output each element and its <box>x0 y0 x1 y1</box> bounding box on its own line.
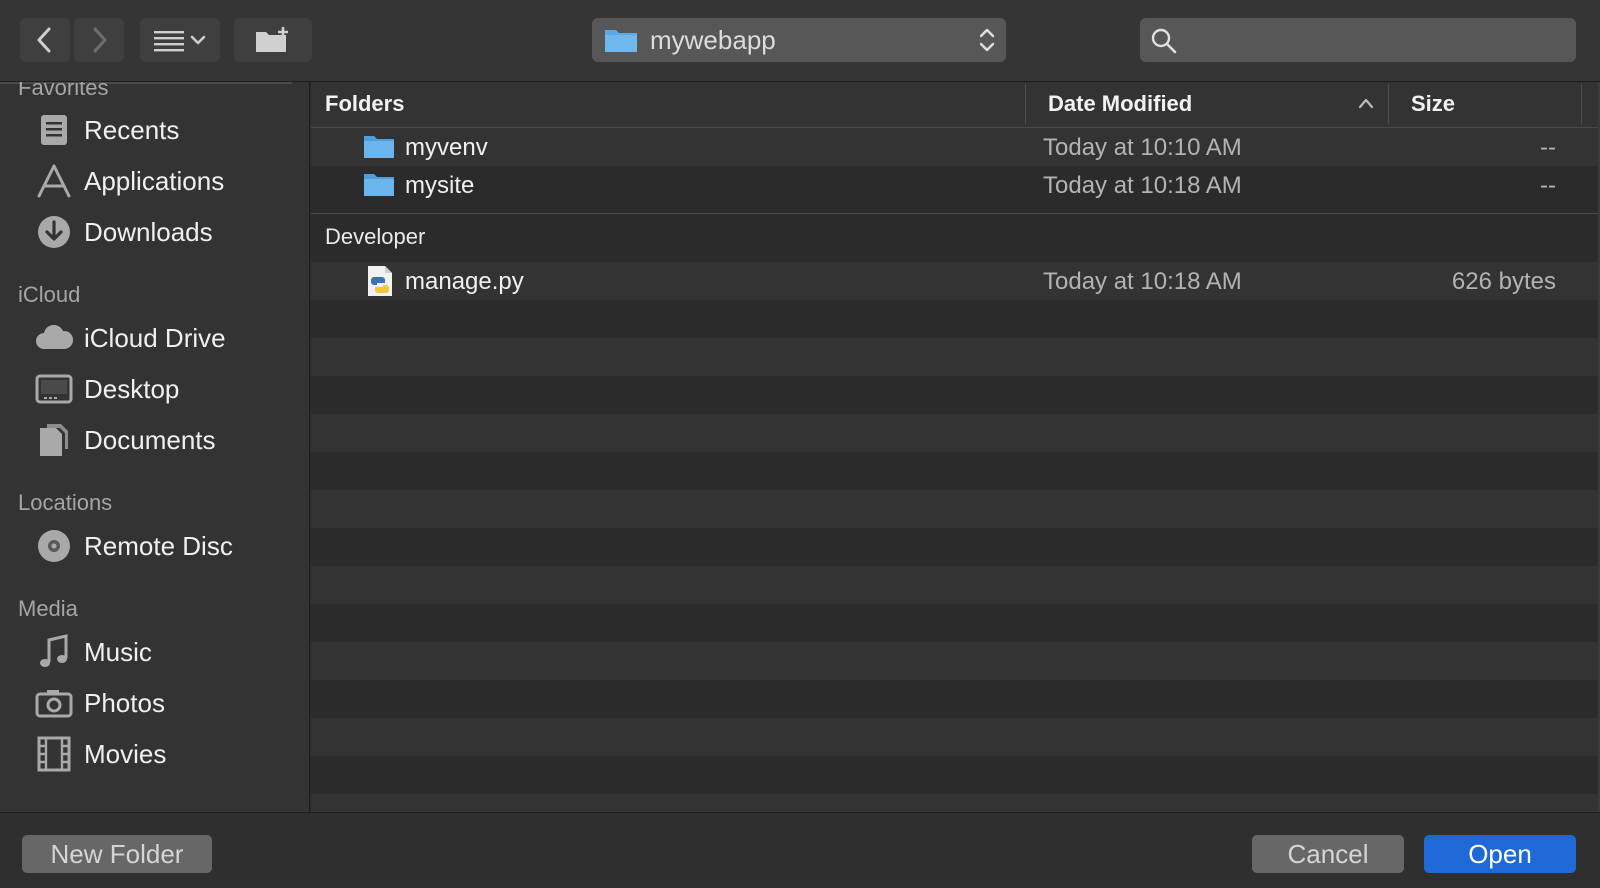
path-popup[interactable]: mywebapp <box>592 18 1006 62</box>
sidebar-item-music[interactable]: Music <box>34 630 152 674</box>
row-stripe <box>311 718 1598 756</box>
open-button[interactable]: Open <box>1424 835 1576 873</box>
recents-icon <box>34 110 74 150</box>
sidebar-item-label: Photos <box>84 687 165 718</box>
cancel-button[interactable]: Cancel <box>1252 835 1404 873</box>
desktop-icon <box>34 369 74 409</box>
forward-button[interactable] <box>74 18 124 62</box>
sidebar-item-icloud-drive[interactable]: iCloud Drive <box>34 316 226 360</box>
music-icon <box>34 632 74 672</box>
folder-icon <box>605 30 637 52</box>
sidebar-item-documents[interactable]: Documents <box>34 418 216 462</box>
film-icon <box>34 734 74 774</box>
row-stripe <box>311 642 1598 680</box>
group-divider <box>311 213 1598 214</box>
file-name: myvenv <box>405 134 488 161</box>
sidebar-item-label: Desktop <box>84 373 180 404</box>
file-list[interactable]: Folders Date Modified Size myvenv Today … <box>311 82 1598 812</box>
row-stripe <box>311 376 1598 414</box>
list-view-icon <box>154 31 206 52</box>
section-favorites-heading: Favorites <box>18 82 109 100</box>
sidebar-item-movies[interactable]: Movies <box>34 732 166 776</box>
column-date-header[interactable]: Date Modified <box>1048 91 1192 117</box>
downloads-icon <box>34 212 74 252</box>
documents-icon <box>34 420 74 460</box>
sort-ascending-icon[interactable] <box>1357 96 1375 110</box>
sidebar-item-label: Movies <box>84 738 167 769</box>
section-media-heading: Media <box>18 596 78 621</box>
sidebar-item-label: Documents <box>84 424 216 455</box>
list-item[interactable]: mysite Today at 10:18 AM -- <box>311 166 1598 204</box>
sidebar-item-label: Remote Disc <box>84 530 233 561</box>
row-stripe <box>311 338 1598 376</box>
disc-icon <box>34 526 74 566</box>
group-heading-developer: Developer <box>325 224 426 249</box>
column-separator <box>1388 84 1389 124</box>
sidebar-item-remote-disc[interactable]: Remote Disc <box>34 524 233 568</box>
sidebar-item-desktop[interactable]: Desktop <box>34 367 179 411</box>
row-stripe <box>311 300 1598 338</box>
file-size: 626 bytes <box>1451 268 1556 295</box>
column-name-header[interactable]: Folders <box>325 91 404 117</box>
path-label: mywebapp <box>650 24 776 55</box>
sidebar: Favorites Recents Applications Downloads… <box>0 82 310 812</box>
file-size: -- <box>1540 172 1556 199</box>
sidebar-item-recents[interactable]: Recents <box>34 108 179 152</box>
row-stripe <box>311 414 1598 452</box>
row-stripe <box>311 604 1598 642</box>
sidebar-item-label: iCloud Drive <box>84 322 226 353</box>
new-folder-button[interactable]: New Folder <box>22 835 212 873</box>
list-item[interactable]: manage.py Today at 10:18 AM 626 bytes <box>311 262 1598 300</box>
row-stripe <box>311 452 1598 490</box>
sidebar-item-label: Downloads <box>84 216 213 247</box>
row-stripe <box>311 490 1598 528</box>
file-date: Today at 10:18 AM <box>1043 268 1242 295</box>
file-date: Today at 10:18 AM <box>1043 172 1242 199</box>
sidebar-item-applications[interactable]: Applications <box>34 159 224 203</box>
bottom-bar: New Folder Cancel Open <box>0 812 1600 888</box>
sidebar-item-label: Recents <box>84 114 180 145</box>
updown-chevron-icon <box>979 28 995 52</box>
sidebar-item-label: Applications <box>84 165 225 196</box>
new-folder-toolbar-button[interactable] <box>234 18 312 62</box>
row-stripe <box>311 794 1598 812</box>
file-size: -- <box>1540 134 1556 161</box>
row-stripe <box>311 756 1598 794</box>
search-icon <box>1151 28 1177 54</box>
applications-icon <box>34 161 74 201</box>
row-stripe <box>311 528 1598 566</box>
search-field[interactable] <box>1140 18 1576 62</box>
column-header: Folders Date Modified Size <box>311 82 1598 128</box>
file-name: manage.py <box>405 268 524 295</box>
cloud-icon <box>34 318 74 358</box>
section-locations-heading: Locations <box>18 490 113 515</box>
chevron-left-icon <box>37 27 51 53</box>
sidebar-item-downloads[interactable]: Downloads <box>34 210 213 254</box>
sidebar-item-photos[interactable]: Photos <box>34 681 165 725</box>
column-separator <box>1581 84 1582 124</box>
folder-icon <box>364 174 394 196</box>
toolbar: mywebapp <box>0 0 1600 82</box>
sidebar-item-label: Music <box>84 636 152 667</box>
new-folder-icon <box>256 27 288 52</box>
row-stripe <box>311 680 1598 718</box>
view-options-button[interactable] <box>140 18 220 62</box>
section-icloud-heading: iCloud <box>18 282 81 307</box>
chevron-right-icon <box>93 27 107 53</box>
camera-icon <box>34 683 74 723</box>
back-button[interactable] <box>20 18 70 62</box>
python-file-icon <box>368 266 392 296</box>
column-size-header[interactable]: Size <box>1411 91 1455 117</box>
list-item[interactable]: myvenv Today at 10:10 AM -- <box>311 128 1598 166</box>
column-separator <box>1025 84 1026 124</box>
row-stripe <box>311 566 1598 604</box>
folder-icon <box>364 136 394 158</box>
file-name: mysite <box>405 172 475 199</box>
file-date: Today at 10:10 AM <box>1043 134 1242 161</box>
